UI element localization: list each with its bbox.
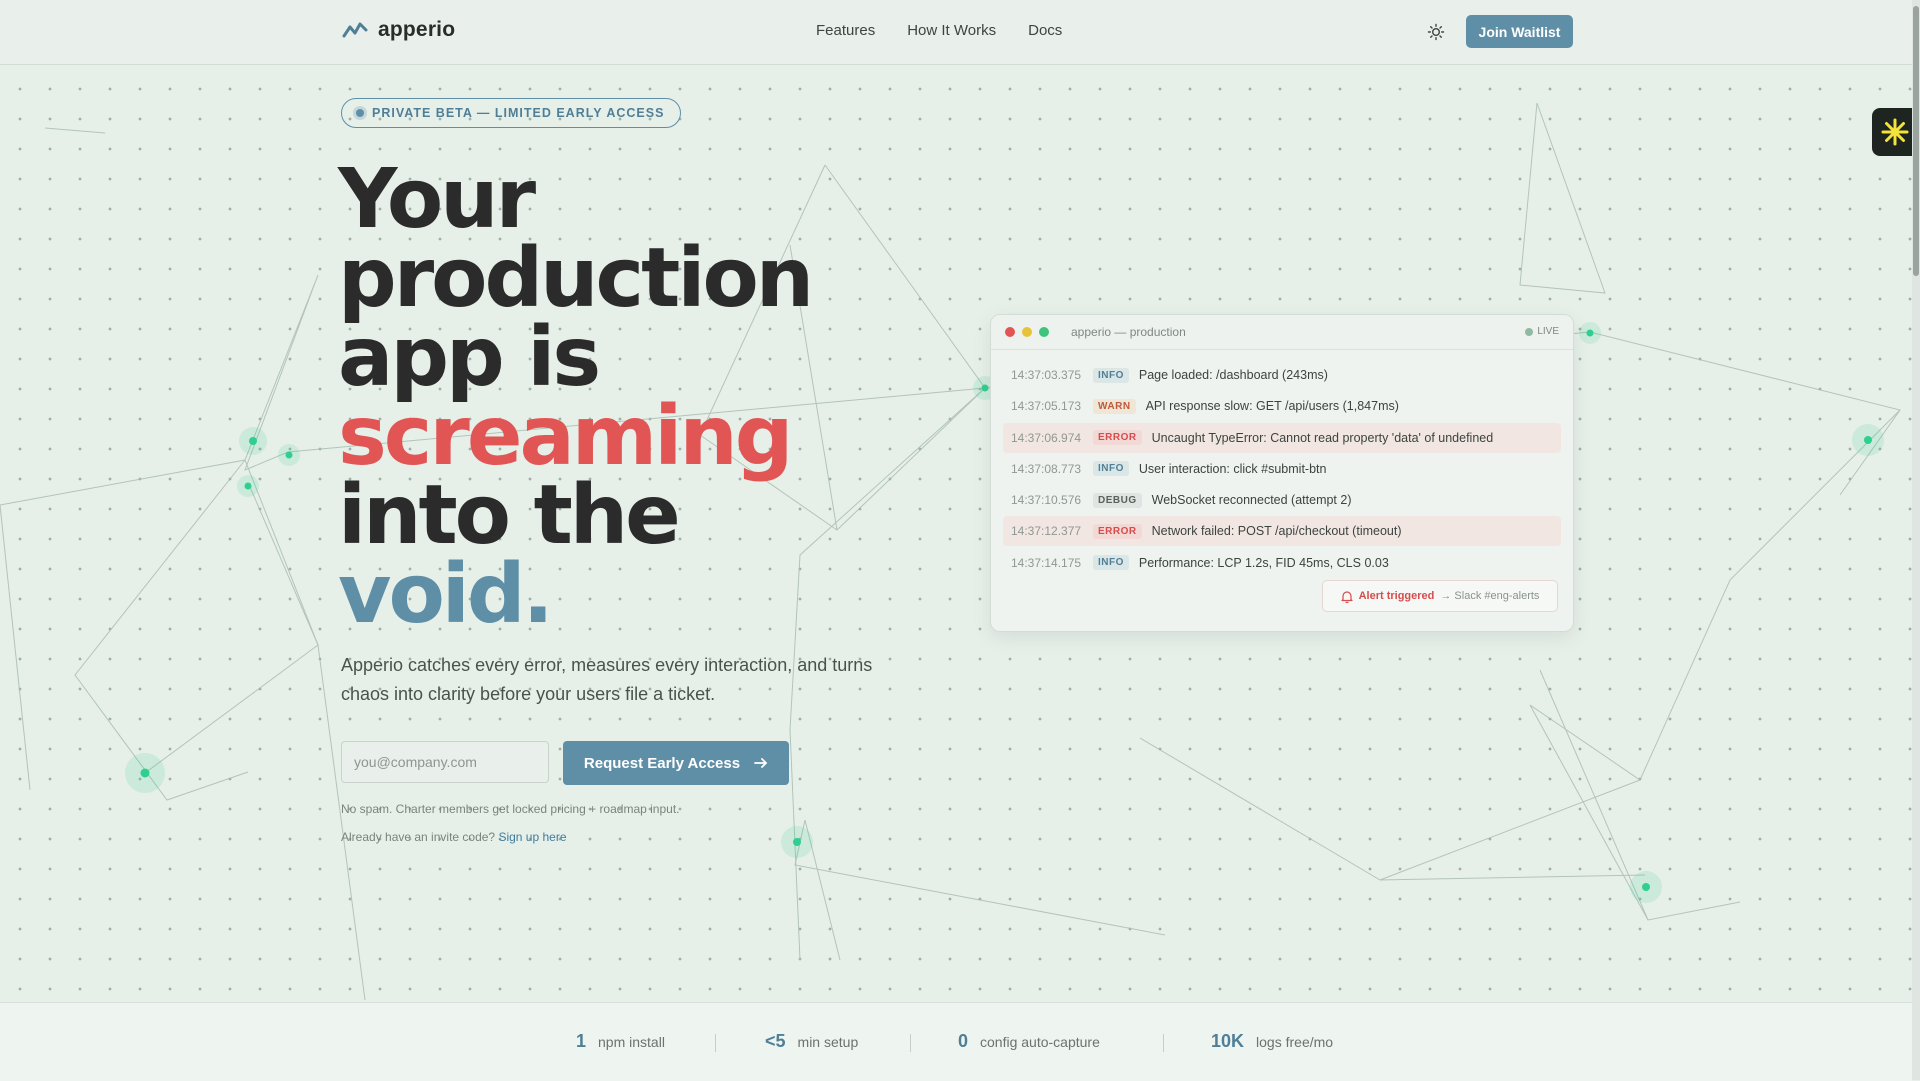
log-message: WebSocket reconnected (attempt 2) — [1151, 493, 1352, 508]
alert-label: Alert triggered — [1358, 590, 1435, 602]
log-message: Page loaded: /dashboard (243ms) — [1138, 368, 1328, 382]
logo-text: apperio — [378, 18, 456, 41]
network-graph-decoration — [0, 102, 1901, 1001]
headline-line: into the — [338, 468, 681, 563]
hero-headline: Your production app is screaming into th… — [338, 152, 814, 642]
alert-target: → Slack #eng-alerts — [1440, 590, 1540, 602]
live-label: LIVE — [1537, 326, 1559, 337]
stat-item: 1 npm install — [576, 1031, 665, 1052]
logo[interactable]: apperio — [342, 18, 455, 42]
log-level-badge: ERROR — [1093, 430, 1142, 446]
terminal-title: apperio — production — [1071, 325, 1186, 339]
subtitle-line: Apperio catches every error, measures ev… — [341, 655, 873, 675]
stat-label: min setup — [797, 1034, 859, 1050]
nav-link-how-it-works[interactable]: How It Works — [907, 22, 996, 39]
headline-line: app is — [338, 310, 601, 405]
stats-bar: 1 npm install <5 min setup 0 config auto… — [0, 1002, 1912, 1081]
join-waitlist-button[interactable]: Join Waitlist — [1466, 15, 1573, 48]
log-time: 14:37:08.773 — [1011, 461, 1082, 476]
log-row: 14:37:14.175 INFO Performance: LCP 1.2s,… — [1003, 548, 1561, 578]
sun-icon[interactable] — [1426, 22, 1446, 42]
beta-badge: PRIVATE BETA — LIMITED EARLY ACCESS — [341, 98, 682, 128]
log-row: 14:37:10.576 DEBUG WebSocket reconnected… — [1003, 485, 1561, 515]
stat-number: 1 — [576, 1031, 587, 1051]
live-dot-icon — [1525, 327, 1534, 336]
scrollbar-thumb[interactable] — [1913, 6, 1919, 276]
logo-zigzag-icon — [342, 22, 368, 38]
live-indicator: LIVE — [1525, 326, 1559, 337]
log-level-badge: DEBUG — [1093, 492, 1142, 508]
badge-dot-icon — [356, 109, 364, 117]
alert-toast: Alert triggered → Slack #eng-alerts — [1322, 580, 1558, 612]
log-row: 14:37:05.173 WARN API response slow: GET… — [1003, 391, 1561, 421]
log-message: Performance: LCP 1.2s, FID 45ms, CLS 0.0… — [1138, 555, 1389, 570]
nav-link-docs[interactable]: Docs — [1028, 22, 1062, 39]
log-message: Network failed: POST /api/checkout (time… — [1151, 524, 1402, 539]
asterisk-icon — [1881, 118, 1909, 146]
stat-label: logs free/mo — [1256, 1034, 1334, 1050]
invite-code-note: Already have an invite code? Sign up her… — [341, 830, 567, 844]
arrow-right-icon — [754, 758, 767, 768]
log-level-badge: INFO — [1093, 555, 1129, 571]
stat-label: npm install — [598, 1034, 665, 1050]
sign-up-link[interactable]: Sign up here — [498, 830, 566, 844]
stat-number: 0 — [958, 1031, 969, 1051]
log-message: API response slow: GET /api/users (1,847… — [1145, 399, 1399, 414]
log-level-badge: INFO — [1093, 461, 1129, 477]
log-level-badge: WARN — [1093, 398, 1136, 414]
minimize-dot-icon — [1022, 327, 1032, 337]
stat-number: <5 — [765, 1031, 786, 1051]
hero-subtitle: Apperio catches every error, measures ev… — [341, 651, 921, 709]
log-message: Uncaught TypeError: Cannot read property… — [1151, 430, 1494, 445]
log-list: 14:37:03.375 INFO Page loaded: /dashboar… — [1003, 360, 1561, 579]
log-row: 14:37:12.377 ERROR Network failed: POST … — [1003, 516, 1561, 547]
top-nav: apperio Features How It Works Docs Join … — [0, 0, 1920, 65]
bell-icon — [1340, 590, 1353, 603]
maximize-dot-icon — [1039, 327, 1049, 337]
stat-item: <5 min setup — [765, 1031, 858, 1052]
log-level-badge: INFO — [1093, 367, 1129, 383]
log-time: 14:37:06.974 — [1011, 430, 1082, 445]
log-time: 14:37:14.175 — [1011, 555, 1082, 570]
terminal-titlebar: apperio — production LIVE — [991, 315, 1573, 350]
stat-item: 0 config auto-capture — [958, 1031, 1100, 1052]
invite-prefix: Already have an invite code? — [341, 830, 496, 844]
log-row: 14:37:06.974 ERROR Uncaught TypeError: C… — [1003, 422, 1561, 453]
log-time: 14:37:05.173 — [1011, 399, 1082, 414]
request-early-access-button[interactable]: Request Early Access — [563, 741, 789, 785]
stat-divider — [715, 1034, 716, 1052]
log-message: User interaction: click #submit-btn — [1138, 461, 1327, 476]
badge-text: PRIVATE BETA — LIMITED EARLY ACCESS — [372, 106, 665, 120]
headline-line: production — [338, 231, 814, 326]
nav-link-features[interactable]: Features — [816, 22, 875, 39]
log-time: 14:37:03.375 — [1011, 368, 1082, 382]
log-time: 14:37:10.576 — [1011, 493, 1082, 508]
stat-number: 10K — [1211, 1031, 1245, 1051]
nav-links: Features How It Works Docs — [816, 22, 1062, 39]
headline-highlight-blue: void. — [338, 547, 554, 642]
stat-item: 10K logs free/mo — [1211, 1031, 1333, 1052]
subtitle-line: chaos into clarity before your users fil… — [341, 684, 716, 704]
log-row: 14:37:08.773 INFO User interaction: clic… — [1003, 454, 1561, 484]
headline-line: Your — [338, 152, 536, 247]
log-level-badge: ERROR — [1093, 523, 1142, 539]
log-time: 14:37:12.377 — [1011, 524, 1082, 539]
no-spam-note: No spam. Charter members get locked pric… — [341, 802, 680, 816]
email-input[interactable] — [341, 741, 549, 783]
stat-divider — [1163, 1034, 1164, 1052]
stat-divider — [910, 1034, 911, 1052]
headline-highlight-red: screaming — [338, 389, 793, 484]
log-row: 14:37:03.375 INFO Page loaded: /dashboar… — [1003, 360, 1561, 390]
close-dot-icon — [1005, 327, 1015, 337]
cta-label: Request Early Access — [583, 754, 741, 772]
stat-label: config auto-capture — [980, 1034, 1100, 1050]
